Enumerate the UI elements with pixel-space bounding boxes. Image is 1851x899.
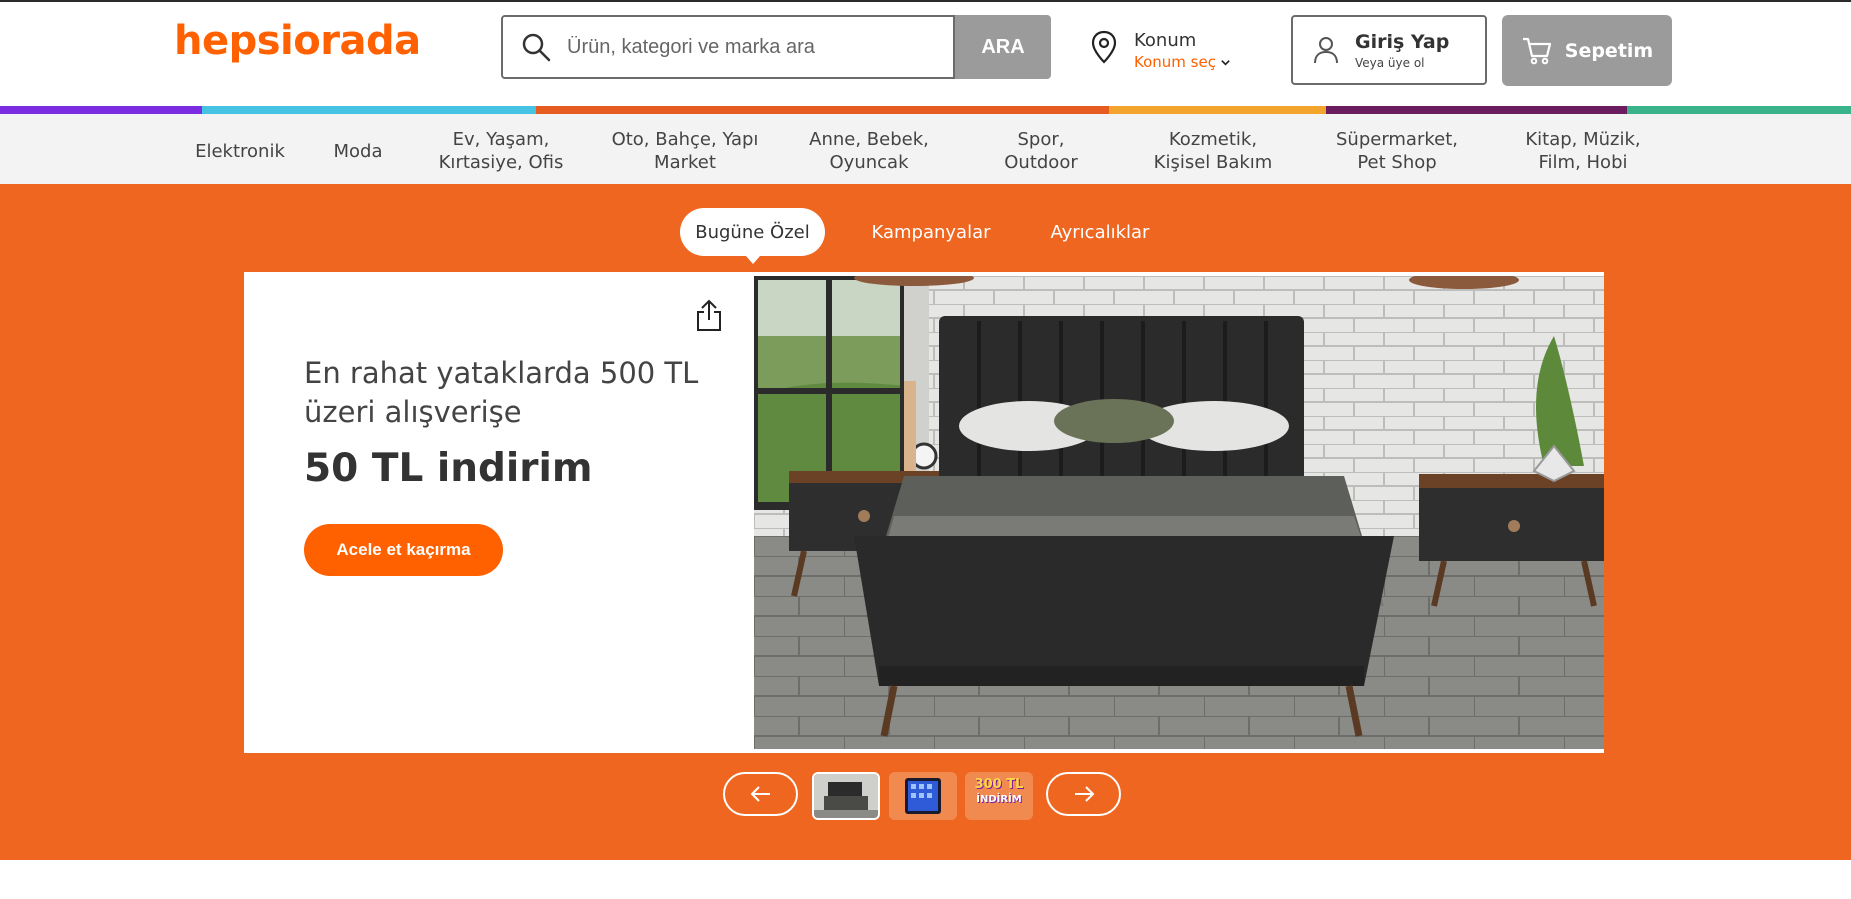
- cart-label: Sepetim: [1564, 39, 1654, 62]
- category-anne-bebek[interactable]: Anne, Bebek, Oyuncak: [809, 128, 929, 174]
- category-kitap-muzik[interactable]: Kitap, Müzik, Film, Hobi: [1525, 128, 1640, 174]
- thumbnail-discount-amount: 300 TL: [974, 777, 1024, 792]
- search-box[interactable]: [501, 15, 955, 79]
- category-label: Moda: [333, 141, 383, 162]
- thumbnail-2-wrap: [889, 772, 957, 820]
- cart-icon: [1522, 37, 1551, 64]
- cart-button[interactable]: Sepetim: [1502, 15, 1672, 86]
- strip-segment: [1109, 106, 1326, 114]
- arrow-right-icon: [1074, 786, 1094, 802]
- carousel-thumbnail-discount[interactable]: 300 TL İNDİRİM: [965, 772, 1033, 820]
- category-kozmetik[interactable]: Kozmetik, Kişisel Bakım: [1154, 128, 1273, 174]
- carousel-thumbnail-bed[interactable]: [812, 772, 880, 820]
- thumbnail-3-wrap: 300 TL İNDİRİM: [965, 772, 1033, 820]
- location-subtitle: Konum seç: [1134, 53, 1216, 71]
- strip-segment: [1627, 106, 1851, 114]
- thumbnail-bed-image: [814, 774, 878, 818]
- thumbnail-tablet-image: [889, 772, 957, 820]
- category-label: Spor,: [1017, 129, 1065, 150]
- category-label: Market: [654, 152, 716, 173]
- promo-card: En rahat yataklarda 500 TL üzeri alışver…: [244, 272, 1604, 753]
- promo-text-panel: En rahat yataklarda 500 TL üzeri alışver…: [244, 272, 754, 753]
- chevron-down-icon: [1221, 59, 1230, 66]
- category-ev-yasam[interactable]: Ev, Yaşam, Kırtasiye, Ofis: [439, 128, 564, 174]
- category-label: Oto, Bahçe, Yapı: [611, 129, 759, 150]
- location-pin-icon: [1091, 30, 1117, 64]
- login-title: Giriş Yap: [1355, 30, 1450, 53]
- category-label: Ev, Yaşam,: [452, 129, 550, 150]
- search-icon: [522, 33, 551, 62]
- category-nav: Elektronik Moda Ev, Yaşam, Kırtasiye, Of…: [0, 114, 1851, 184]
- category-label: Kişisel Bakım: [1153, 152, 1273, 173]
- search-bar: ARA: [501, 15, 1051, 79]
- tab-kampanyalar[interactable]: Kampanyalar: [866, 208, 996, 256]
- category-label: Anne, Bebek,: [809, 129, 929, 150]
- category-oto-bahce[interactable]: Oto, Bahçe, Yapı Market: [612, 128, 759, 174]
- category-supermarket[interactable]: Süpermarket, Pet Shop: [1336, 128, 1458, 174]
- category-label: Kozmetik,: [1168, 129, 1258, 150]
- search-button[interactable]: ARA: [955, 15, 1051, 79]
- category-color-strip: [0, 106, 1851, 114]
- bedroom-illustration: [754, 276, 1604, 749]
- site-logo[interactable]: hepsiorada: [174, 18, 421, 64]
- arrow-left-icon: [750, 786, 770, 802]
- strip-segment: [536, 106, 1109, 114]
- hero-section: Bugüne Özel Kampanyalar Ayrıcalıklar En …: [0, 184, 1851, 860]
- promo-discount: 50 TL indirim: [304, 446, 593, 491]
- thumbnail-1-wrap: [812, 772, 880, 820]
- category-label: Oyuncak: [829, 152, 909, 173]
- strip-segment: [1326, 106, 1627, 114]
- location-select-link[interactable]: Konum seç: [1134, 53, 1231, 71]
- category-label: Pet Shop: [1357, 152, 1437, 173]
- category-label: Süpermarket,: [1335, 129, 1459, 150]
- category-spor[interactable]: Spor, Outdoor: [1004, 128, 1078, 174]
- category-elektronik[interactable]: Elektronik: [195, 140, 285, 163]
- search-input[interactable]: [565, 34, 929, 60]
- bed-product-image[interactable]: [754, 276, 1604, 749]
- thumbnail-discount-word: İNDİRİM: [976, 794, 1022, 805]
- location-selector[interactable]: Konum Konum seç: [1090, 30, 1231, 71]
- carousel-next-wrap: [1046, 772, 1121, 820]
- category-moda[interactable]: Moda: [334, 140, 383, 163]
- promo-cta-button[interactable]: Acele et kaçırma: [304, 524, 503, 576]
- hero-tabs: Bugüne Özel Kampanyalar Ayrıcalıklar: [0, 208, 1851, 264]
- tab-ayricaliklar[interactable]: Ayrıcalıklar: [1044, 208, 1156, 256]
- share-icon[interactable]: [694, 298, 724, 332]
- category-label: Kitap, Müzik,: [1525, 129, 1641, 150]
- thumbnail-discount-text: 300 TL İNDİRİM: [969, 777, 1029, 807]
- carousel-thumbnail-tablet[interactable]: [889, 772, 957, 820]
- carousel-next-button[interactable]: [1046, 772, 1121, 816]
- promo-headline: En rahat yataklarda 500 TL üzeri alışver…: [304, 356, 699, 429]
- category-label: Kırtasiye, Ofis: [438, 152, 564, 173]
- category-label: Film, Hobi: [1538, 152, 1628, 173]
- category-label: Elektronik: [195, 141, 285, 162]
- strip-segment: [0, 106, 202, 114]
- user-icon: [1314, 37, 1338, 64]
- login-button[interactable]: Giriş Yap Veya üye ol: [1291, 15, 1487, 85]
- top-border: [0, 0, 1851, 2]
- tab-bugune-ozel[interactable]: Bugüne Özel: [680, 208, 825, 264]
- carousel-prev-wrap: [723, 772, 798, 820]
- strip-segment: [202, 106, 536, 114]
- category-label: Outdoor: [1004, 152, 1078, 173]
- register-subtitle: Veya üye ol: [1355, 55, 1425, 70]
- carousel-prev-button[interactable]: [723, 772, 798, 816]
- location-title: Konum: [1134, 30, 1197, 51]
